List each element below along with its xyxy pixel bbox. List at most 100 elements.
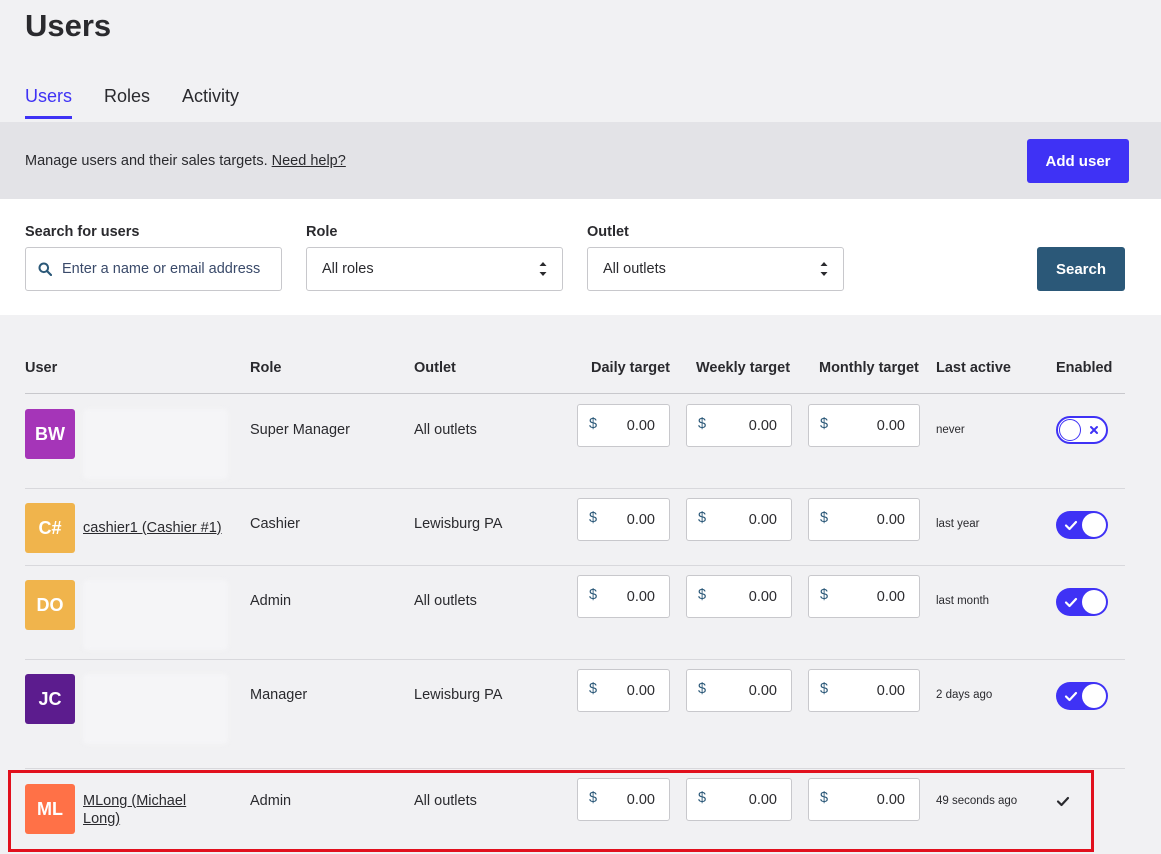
search-button[interactable]: Search: [1037, 247, 1125, 291]
column-header-outlet: Outlet: [414, 360, 456, 376]
monthly-target-input[interactable]: $0.00: [808, 404, 920, 447]
outlet-label: Outlet: [587, 224, 629, 240]
outlet-select-value: All outlets: [603, 261, 666, 277]
toggle-knob: [1059, 419, 1081, 441]
weekly-target-input[interactable]: $0.00: [686, 669, 792, 712]
currency-symbol: $: [589, 587, 598, 603]
search-input[interactable]: Enter a name or email address: [25, 247, 282, 291]
weekly-target-value: 0.00: [748, 418, 777, 434]
banner-message: Manage users and their sales targets.: [25, 153, 268, 169]
weekly-target-value: 0.00: [748, 589, 777, 605]
user-role: Admin: [250, 593, 292, 609]
monthly-target-input[interactable]: $0.00: [808, 669, 920, 712]
avatar: C#: [25, 503, 75, 553]
role-label: Role: [306, 224, 338, 240]
tab-bar: Users Roles Activity: [25, 86, 271, 119]
monthly-target-value: 0.00: [876, 418, 905, 434]
currency-symbol: $: [589, 510, 598, 526]
weekly-target-value: 0.00: [748, 683, 777, 699]
table-row: C# cashier1 (Cashier #1) Cashier Lewisbu…: [25, 489, 1125, 566]
checkmark-icon: [1064, 691, 1078, 702]
user-outlet: Lewisburg PA: [414, 516, 503, 532]
user-outlet: All outlets: [414, 422, 477, 438]
search-label: Search for users: [25, 224, 140, 240]
redacted-user-name: [83, 674, 228, 744]
need-help-link[interactable]: Need help?: [272, 153, 346, 169]
toggle-knob: [1082, 590, 1106, 614]
last-active: never: [936, 424, 965, 436]
table-row: JC Manager Lewisburg PA $0.00 $0.00 $0.0…: [25, 660, 1125, 769]
currency-symbol: $: [820, 416, 829, 432]
currency-symbol: $: [589, 416, 598, 432]
search-placeholder: Enter a name or email address: [62, 261, 261, 277]
tab-activity[interactable]: Activity: [182, 86, 239, 119]
avatar: BW: [25, 409, 75, 459]
column-header-weekly-target: Weekly target: [696, 360, 791, 376]
column-header-monthly-target: Monthly target: [819, 360, 919, 376]
avatar: DO: [25, 580, 75, 630]
search-icon: [38, 262, 52, 276]
user-outlet: All outlets: [414, 593, 477, 609]
monthly-target-input[interactable]: $0.00: [808, 575, 920, 618]
filter-panel: Search for users Enter a name or email a…: [0, 199, 1161, 315]
user-name-link[interactable]: cashier1 (Cashier #1): [83, 519, 222, 537]
user-role: Cashier: [250, 516, 300, 532]
last-active: 2 days ago: [936, 689, 993, 701]
avatar: JC: [25, 674, 75, 724]
last-active: last month: [936, 595, 990, 607]
toggle-knob: [1082, 513, 1106, 537]
redacted-user-name: [83, 580, 228, 650]
info-banner: Manage users and their sales targets. Ne…: [0, 122, 1161, 199]
enabled-toggle[interactable]: [1056, 588, 1108, 616]
column-header-last-active: Last active: [936, 360, 1011, 376]
daily-target-value: 0.00: [626, 683, 655, 699]
currency-symbol: $: [698, 681, 707, 697]
user-outlet: Lewisburg PA: [414, 687, 503, 703]
page-title: Users: [25, 8, 112, 43]
column-header-user: User: [25, 360, 58, 376]
weekly-target-input[interactable]: $0.00: [686, 575, 792, 618]
role-select-value: All roles: [322, 261, 374, 277]
column-header-daily-target: Daily target: [591, 360, 670, 376]
outlet-select[interactable]: All outlets: [587, 247, 844, 291]
monthly-target-input[interactable]: $0.00: [808, 498, 920, 541]
currency-symbol: $: [698, 587, 707, 603]
weekly-target-input[interactable]: $0.00: [686, 498, 792, 541]
column-header-role: Role: [250, 360, 282, 376]
enabled-toggle[interactable]: [1056, 511, 1108, 539]
monthly-target-value: 0.00: [876, 512, 905, 528]
sort-arrows-icon: [539, 262, 547, 276]
daily-target-value: 0.00: [626, 512, 655, 528]
user-role: Manager: [250, 687, 308, 703]
checkmark-icon: [1064, 520, 1078, 531]
currency-symbol: $: [820, 587, 829, 603]
highlight-box: [8, 770, 1094, 852]
tab-users[interactable]: Users: [25, 86, 73, 119]
daily-target-value: 0.00: [626, 589, 655, 605]
redacted-user-name: [83, 409, 228, 479]
daily-target-input[interactable]: $0.00: [577, 575, 670, 618]
monthly-target-value: 0.00: [876, 683, 905, 699]
weekly-target-value: 0.00: [748, 512, 777, 528]
close-icon: [1090, 426, 1098, 434]
tab-roles[interactable]: Roles: [104, 86, 150, 119]
table-row: DO Admin All outlets $0.00 $0.00 $0.00 l…: [25, 566, 1125, 660]
daily-target-input[interactable]: $0.00: [577, 669, 670, 712]
currency-symbol: $: [820, 510, 829, 526]
toggle-knob: [1082, 684, 1106, 708]
last-active: last year: [936, 518, 980, 530]
weekly-target-input[interactable]: $0.00: [686, 404, 792, 447]
daily-target-input[interactable]: $0.00: [577, 498, 670, 541]
enabled-toggle[interactable]: [1056, 416, 1108, 444]
banner-text: Manage users and their sales targets. Ne…: [25, 153, 346, 169]
add-user-button[interactable]: Add user: [1027, 139, 1129, 183]
column-header-enabled: Enabled: [1056, 360, 1113, 376]
daily-target-value: 0.00: [626, 418, 655, 434]
daily-target-input[interactable]: $0.00: [577, 404, 670, 447]
enabled-toggle[interactable]: [1056, 682, 1108, 710]
table-row: BW Super Manager All outlets $0.00 $0.00…: [25, 394, 1125, 489]
monthly-target-value: 0.00: [876, 589, 905, 605]
role-select[interactable]: All roles: [306, 247, 563, 291]
checkmark-icon: [1064, 597, 1078, 608]
user-role: Super Manager: [250, 422, 350, 438]
